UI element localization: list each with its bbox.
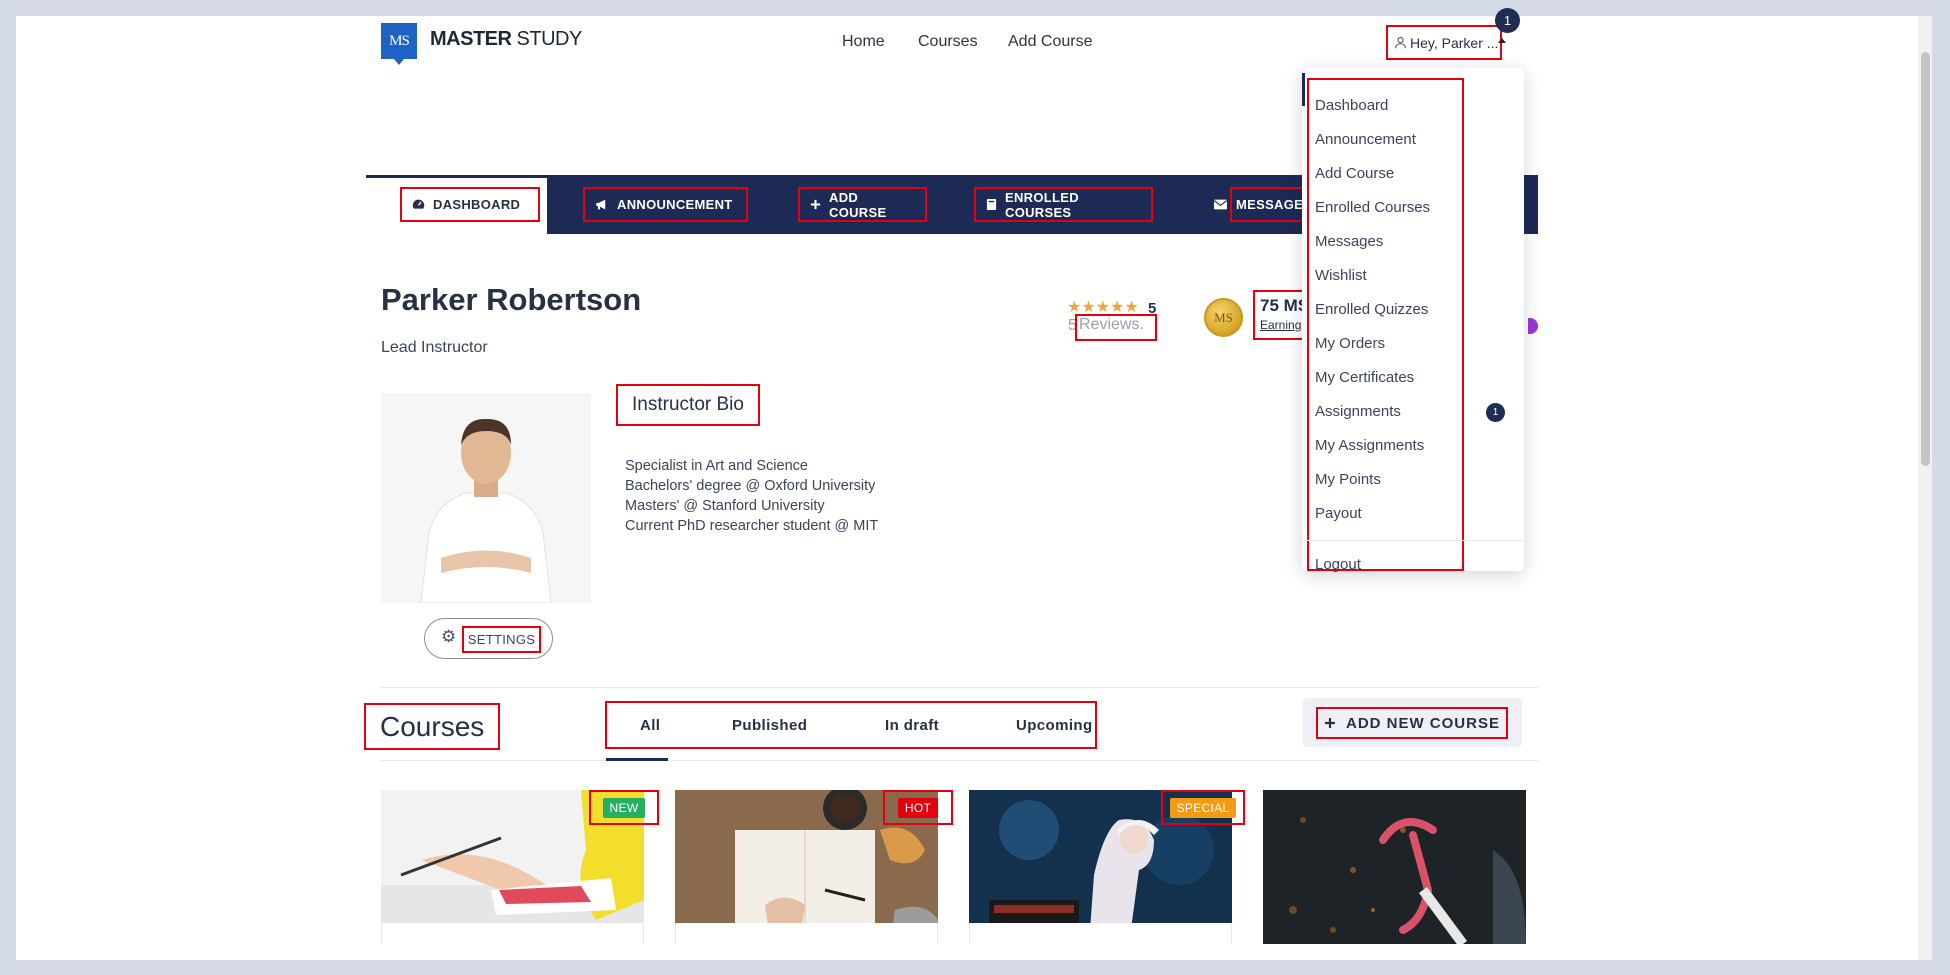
filter-in-draft[interactable]: In draft	[885, 703, 939, 747]
course-badge-wrap: SPECIAL	[1161, 790, 1245, 825]
book-icon	[986, 199, 997, 210]
menu-item-my-points[interactable]: My Points	[1315, 471, 1381, 488]
rating-value: 5	[1148, 300, 1157, 317]
instructor-name: Parker Robertson	[381, 282, 642, 317]
course-card-body	[381, 923, 644, 944]
tab-dashboard[interactable]: DASHBOARD	[400, 187, 540, 222]
nav-home[interactable]: Home	[842, 33, 885, 51]
dropdown-active-indicator	[1302, 73, 1305, 106]
tab-add-course[interactable]: ADD COURSE	[798, 187, 927, 222]
dropdown-separator	[1302, 540, 1524, 541]
course-card-body	[675, 923, 938, 944]
tab-messages-label: MESSAGES	[1236, 197, 1313, 212]
reviews-count: 5	[1068, 317, 1077, 334]
course-card-image[interactable]	[1263, 790, 1526, 944]
user-greeting: Hey, Parker ...	[1410, 34, 1499, 51]
filter-published[interactable]: Published	[732, 703, 807, 747]
section-divider	[381, 687, 1538, 688]
filter-active-underline	[606, 758, 668, 761]
tab-add-course-label: ADD COURSE	[829, 189, 887, 220]
menu-item-enrolled-quizzes[interactable]: Enrolled Quizzes	[1315, 301, 1428, 318]
add-new-course-label: ADD NEW COURSE	[1345, 714, 1500, 732]
logo-text[interactable]: MASTER STUDY	[430, 28, 582, 51]
points-widget[interactable]: 75 MS Earning	[1253, 290, 1305, 340]
reviews-link[interactable]: Reviews.	[1075, 314, 1157, 341]
bio-line: Specialist in Art and Science	[625, 458, 808, 474]
menu-item-my-assignments[interactable]: My Assignments	[1315, 437, 1424, 454]
menu-item-messages[interactable]: Messages	[1315, 233, 1383, 250]
gear-icon: ⚙	[441, 627, 457, 646]
logo-icon[interactable]: MS	[381, 23, 417, 65]
nav-add-course[interactable]: Add Course	[1008, 33, 1093, 51]
filter-upcoming[interactable]: Upcoming	[1016, 703, 1093, 747]
points-value: 75 MS	[1260, 296, 1303, 315]
envelope-icon	[1214, 199, 1227, 210]
scrollbar-thumb[interactable]	[1921, 52, 1930, 466]
browser-page	[16, 16, 1918, 960]
tab-dashboard-label: DASHBOARD	[433, 197, 521, 212]
user-icon	[1395, 36, 1406, 49]
menu-item-my-orders[interactable]: My Orders	[1315, 335, 1385, 352]
menu-item-assignments[interactable]: Assignments	[1315, 403, 1401, 420]
instructor-avatar	[381, 393, 591, 603]
course-card-body	[969, 923, 1232, 944]
menu-item-enrolled-courses[interactable]: Enrolled Courses	[1315, 199, 1430, 216]
rating-stars-icon: ★★★★★	[1067, 299, 1139, 316]
notification-badge[interactable]: 1	[1495, 8, 1520, 33]
course-badge-new: NEW	[602, 797, 646, 818]
menu-item-logout[interactable]: Logout	[1315, 556, 1361, 573]
tab-announcement[interactable]: ANNOUNCEMENT	[583, 187, 748, 222]
course-badge-hot: HOT	[897, 797, 939, 818]
nav-courses[interactable]: Courses	[918, 33, 978, 51]
caret-up-icon[interactable]	[1498, 38, 1506, 43]
assignments-badge: 1	[1486, 403, 1505, 422]
tab-announcement-label: ANNOUNCEMENT	[617, 197, 733, 212]
plus-icon	[1324, 718, 1335, 728]
menu-item-my-certificates[interactable]: My Certificates	[1315, 369, 1414, 386]
course-thumbnail	[1263, 790, 1526, 944]
menu-item-dashboard[interactable]: Dashboard	[1315, 97, 1388, 114]
tab-enrolled-courses[interactable]: ENROLLED COURSES	[974, 187, 1153, 222]
tab-enrolled-courses-label: ENROLLED COURSES	[1005, 189, 1079, 220]
courses-title: Courses	[364, 703, 500, 750]
user-menu-button[interactable]: Hey, Parker ...	[1386, 25, 1502, 60]
tab-messages-icon-wrap[interactable]	[1204, 189, 1234, 220]
gauge-icon	[412, 199, 425, 209]
bio-title: Instructor Bio	[616, 384, 760, 426]
add-new-course-label-wrap[interactable]: ADD NEW COURSE	[1316, 707, 1508, 739]
earning-link[interactable]: Earning	[1260, 318, 1301, 332]
menu-item-add-course[interactable]: Add Course	[1315, 165, 1394, 182]
filter-baseline	[381, 760, 1538, 761]
plus-icon	[810, 199, 821, 210]
settings-label[interactable]: SETTINGS	[462, 626, 541, 653]
bio-line: Bachelors' degree @ Oxford University	[625, 478, 876, 494]
filter-all[interactable]: All	[640, 703, 660, 747]
course-badge-special: SPECIAL	[1169, 797, 1237, 818]
instructor-role: Lead Instructor	[381, 339, 488, 356]
menu-item-announcement[interactable]: Announcement	[1315, 131, 1416, 148]
course-badge-wrap: HOT	[883, 790, 953, 825]
logo-light: STUDY	[516, 28, 583, 50]
bio-line: Current PhD researcher student @ MIT	[625, 518, 879, 534]
menu-item-wishlist[interactable]: Wishlist	[1315, 267, 1367, 284]
dropdown-items-group	[1307, 78, 1464, 571]
instructor-photo	[381, 393, 591, 603]
ms-coin-icon: MS	[1204, 298, 1243, 337]
menu-item-payout[interactable]: Payout	[1315, 505, 1362, 522]
logo-bold: MASTER	[430, 28, 512, 50]
megaphone-icon	[596, 199, 606, 210]
bio-line: Masters' @ Stanford University	[625, 498, 825, 514]
course-badge-wrap: NEW	[589, 790, 659, 825]
